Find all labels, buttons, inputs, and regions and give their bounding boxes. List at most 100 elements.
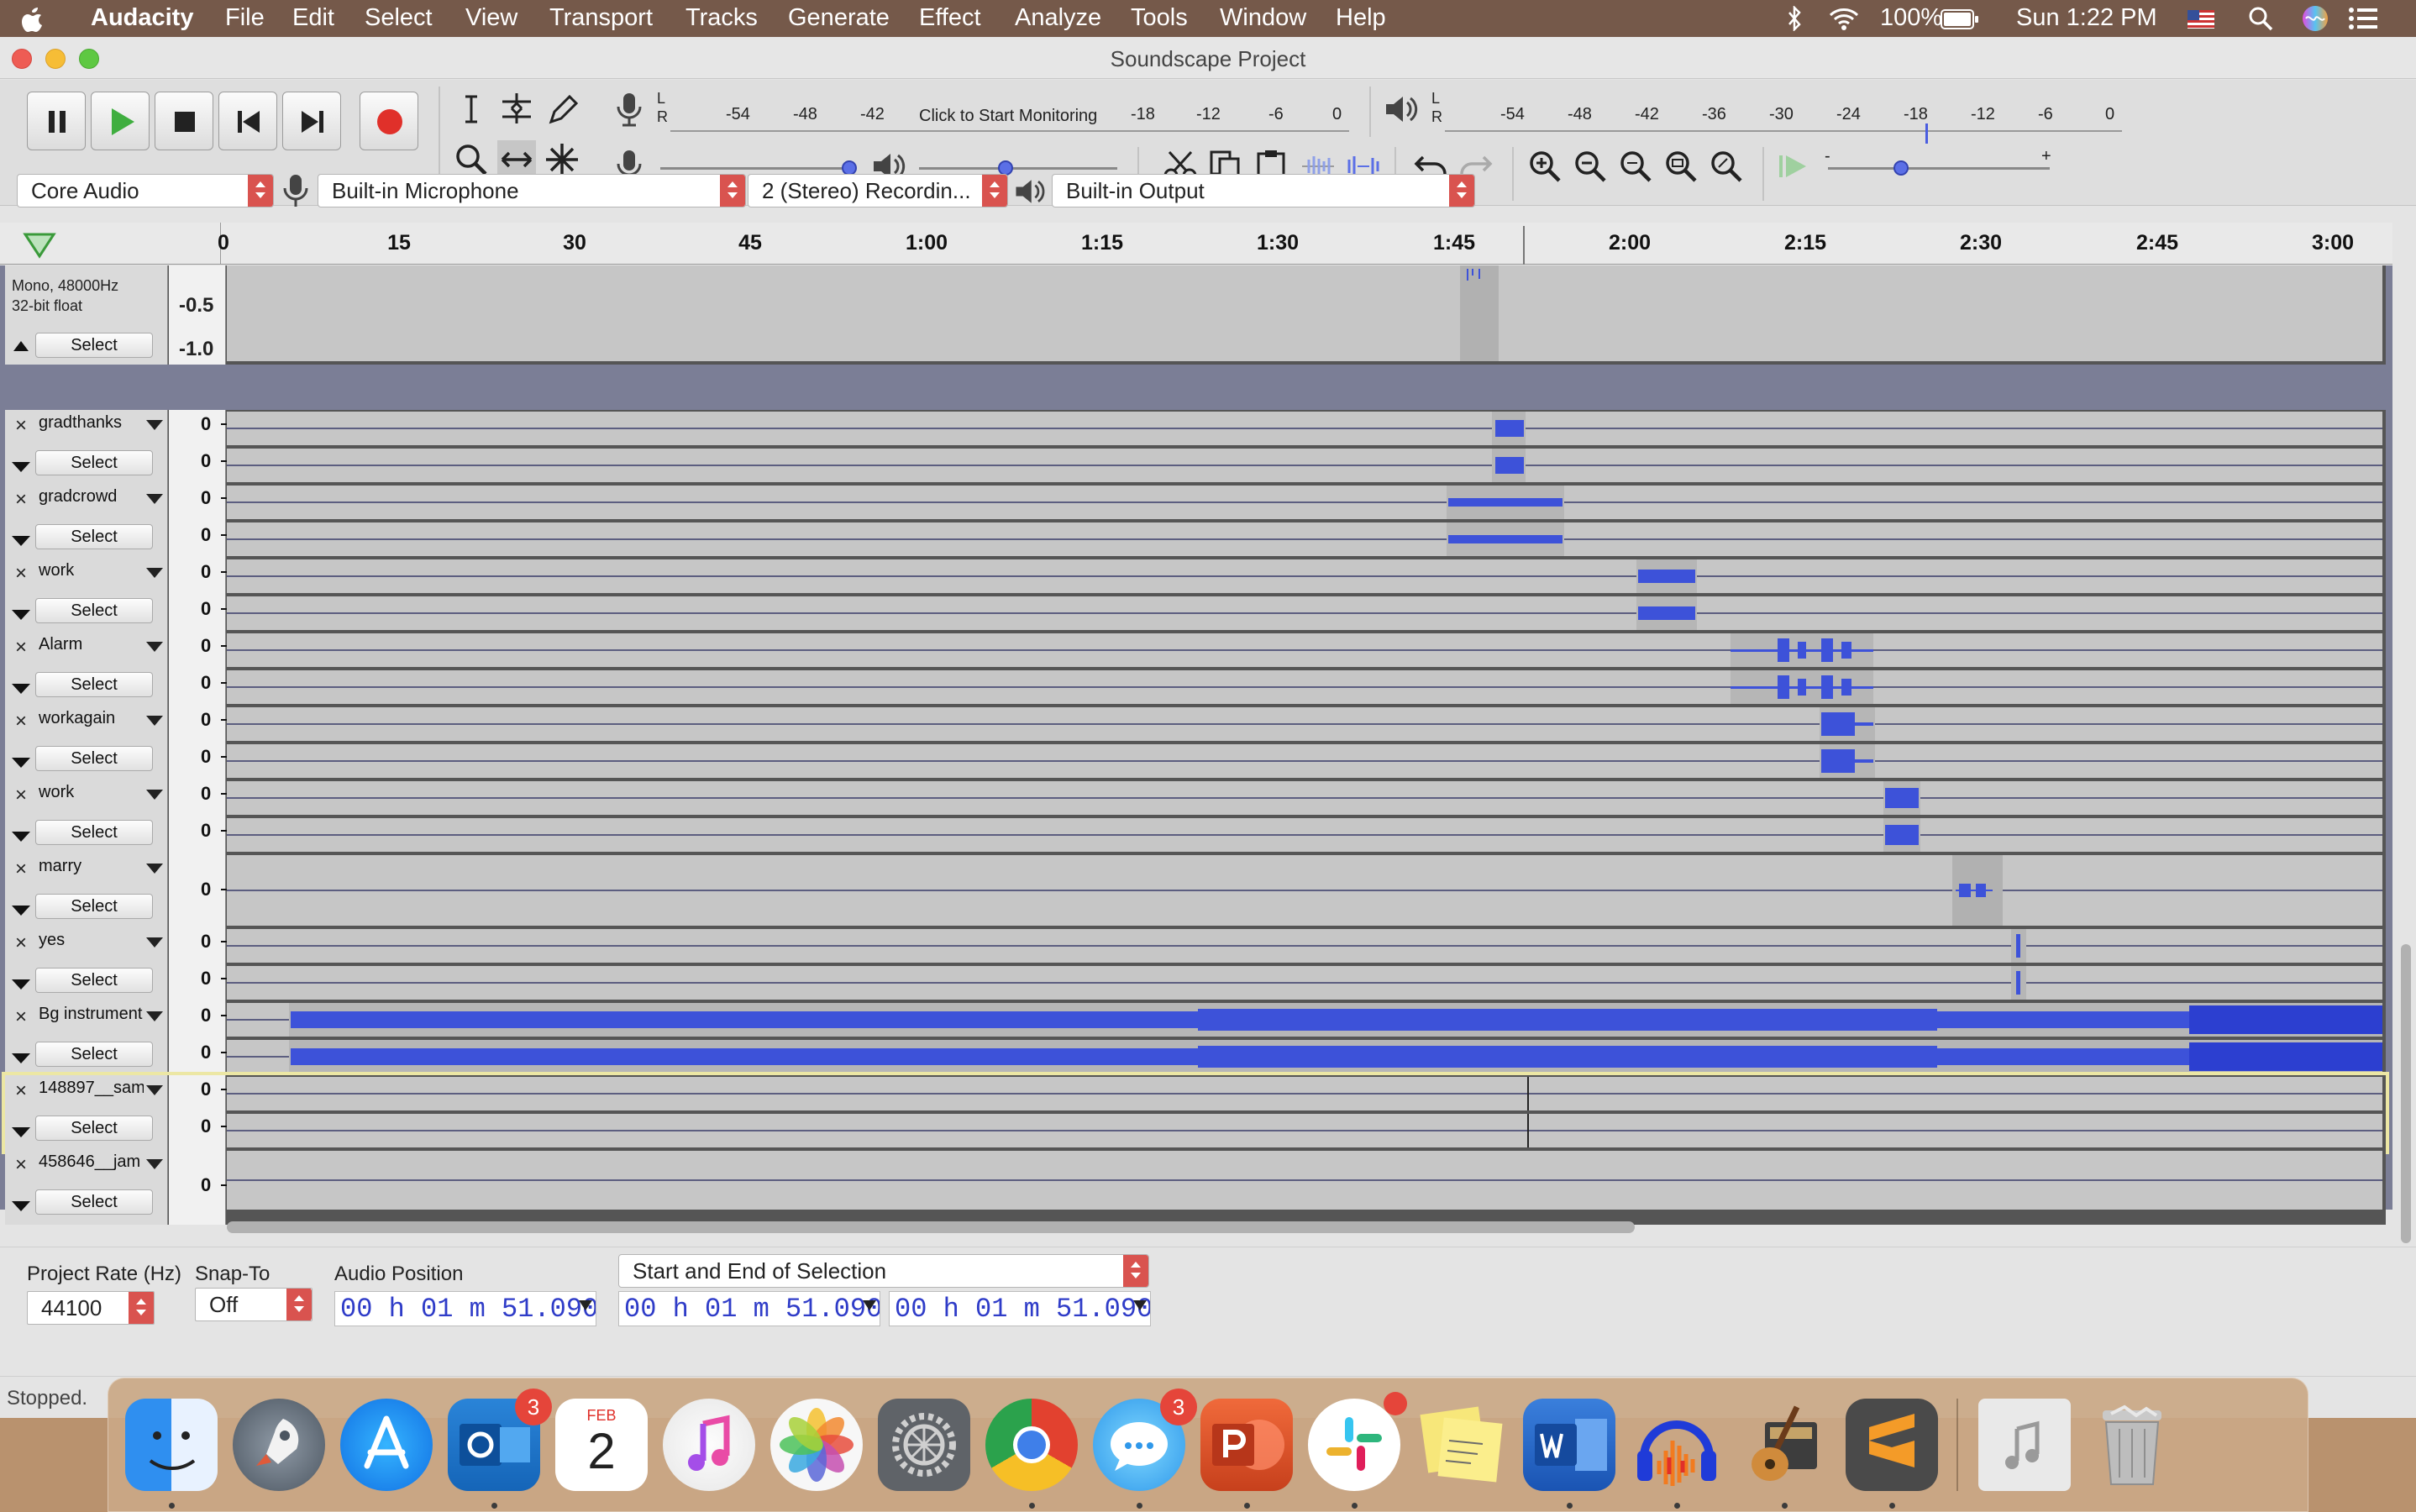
collapse-track-icon[interactable] xyxy=(12,758,30,768)
menu-help[interactable]: Help xyxy=(1336,4,1386,32)
spotlight-search-icon[interactable] xyxy=(2248,6,2273,31)
us-flag-icon[interactable] xyxy=(2188,10,2214,29)
snap-to-select[interactable]: Off xyxy=(195,1288,313,1321)
battery-icon[interactable] xyxy=(1941,9,1979,29)
menu-generate[interactable]: Generate xyxy=(788,4,890,32)
play-speed-slider[interactable] xyxy=(1828,167,2050,170)
app-menu[interactable]: Audacity xyxy=(91,4,193,32)
audio-position-field[interactable]: 00 h 01 m 51.090 s xyxy=(334,1291,596,1326)
close-track-icon[interactable]: × xyxy=(10,932,32,954)
close-track-icon[interactable]: × xyxy=(10,637,32,659)
close-track-icon[interactable]: × xyxy=(10,415,32,437)
track-name[interactable]: work xyxy=(39,783,144,808)
project-rate-select[interactable]: 44100 xyxy=(27,1291,155,1325)
close-track-icon[interactable]: × xyxy=(10,1006,32,1028)
skip-to-start-button[interactable] xyxy=(218,92,277,150)
collapse-track-icon[interactable] xyxy=(12,832,30,842)
track-menu-icon[interactable] xyxy=(146,716,163,726)
horizontal-scrollbar[interactable] xyxy=(227,1221,1635,1233)
collapse-up-icon[interactable] xyxy=(12,339,30,353)
recording-device-select[interactable]: Built-in Microphone xyxy=(318,174,746,207)
siri-icon[interactable] xyxy=(2302,5,2329,32)
menu-analyze[interactable]: Analyze xyxy=(1015,4,1101,32)
selection-mode-select[interactable]: Start and End of Selection xyxy=(618,1254,1149,1288)
itunes-icon[interactable] xyxy=(663,1399,755,1491)
track-select-button[interactable]: Select xyxy=(35,1189,153,1215)
track-channel-right[interactable] xyxy=(227,1114,2382,1147)
close-track-icon[interactable]: × xyxy=(10,858,32,880)
track-name[interactable]: workagain xyxy=(39,709,144,734)
track-select-button[interactable]: Select xyxy=(35,672,153,697)
music-file-stack-icon[interactable] xyxy=(1978,1399,2071,1491)
menu-tracks[interactable]: Tracks xyxy=(685,4,758,32)
zoom-in-icon[interactable] xyxy=(1526,147,1564,186)
playback-device-select[interactable]: Built-in Output xyxy=(1052,174,1475,207)
track-menu-icon[interactable] xyxy=(146,1011,163,1021)
track-menu-icon[interactable] xyxy=(146,420,163,430)
collapse-track-icon[interactable] xyxy=(12,979,30,990)
calendar-icon[interactable]: FEB 2 xyxy=(555,1399,648,1491)
chrome-icon[interactable] xyxy=(985,1399,1078,1491)
record-button[interactable] xyxy=(360,92,418,150)
track-select-button[interactable]: Select xyxy=(35,746,153,771)
track-channel-right[interactable] xyxy=(227,966,2382,1000)
track-menu-icon[interactable] xyxy=(146,494,163,504)
menu-transport[interactable]: Transport xyxy=(549,4,653,32)
finder-icon[interactable] xyxy=(125,1399,218,1491)
track-select-button[interactable]: Select xyxy=(35,333,153,358)
track-menu-icon[interactable] xyxy=(146,1159,163,1169)
record-meter-track[interactable] xyxy=(670,130,1349,132)
zoom-toggle-icon[interactable] xyxy=(1707,147,1746,186)
track-name[interactable]: work xyxy=(39,561,144,586)
stickies-icon[interactable] xyxy=(1415,1399,1508,1491)
collapse-track-icon[interactable] xyxy=(12,610,30,620)
selection-end-field[interactable]: 00 h 01 m 51.090 s xyxy=(889,1291,1151,1326)
track-name[interactable]: marry xyxy=(39,857,144,882)
track-menu-icon[interactable] xyxy=(146,864,163,874)
recording-channels-select[interactable]: 2 (Stereo) Recordin... xyxy=(748,174,1008,207)
system-preferences-icon[interactable] xyxy=(878,1399,970,1491)
track-channel-mono[interactable] xyxy=(227,855,2382,926)
selection-tool-icon[interactable] xyxy=(452,90,491,129)
pause-button[interactable] xyxy=(27,92,86,150)
track-menu-icon[interactable] xyxy=(146,1085,163,1095)
track-channel-left[interactable] xyxy=(227,1077,2382,1110)
track-select-button[interactable]: Select xyxy=(35,450,153,475)
track-channel-right[interactable] xyxy=(227,670,2382,704)
trash-icon[interactable] xyxy=(2086,1399,2178,1491)
track-select-button[interactable]: Select xyxy=(35,820,153,845)
menu-select[interactable]: Select xyxy=(365,4,433,32)
track-select-button[interactable]: Select xyxy=(35,968,153,993)
close-track-icon[interactable]: × xyxy=(10,785,32,806)
collapse-track-icon[interactable] xyxy=(12,536,30,546)
track-menu-icon[interactable] xyxy=(146,790,163,800)
skip-to-end-button[interactable] xyxy=(282,92,341,150)
timeline-ruler[interactable]: 0 15 30 45 1:00 1:15 1:30 1:45 2:00 2:15… xyxy=(0,223,2392,265)
track-channel-left[interactable] xyxy=(227,781,2382,815)
draw-tool-icon[interactable] xyxy=(543,90,581,129)
close-track-icon[interactable]: × xyxy=(10,1154,32,1176)
track-name[interactable]: yes xyxy=(39,931,144,956)
audio-host-select[interactable]: Core Audio xyxy=(17,174,274,207)
collapse-track-icon[interactable] xyxy=(12,684,30,694)
track-select-button[interactable]: Select xyxy=(35,598,153,623)
track-name[interactable]: gradthanks xyxy=(39,413,144,438)
track-channel-left[interactable] xyxy=(227,707,2382,741)
audacity-icon[interactable] xyxy=(1631,1399,1723,1491)
close-track-icon[interactable]: × xyxy=(10,1080,32,1102)
track-menu-icon[interactable] xyxy=(146,568,163,578)
track-channel-left[interactable] xyxy=(227,486,2382,519)
track-menu-icon[interactable] xyxy=(146,937,163,948)
menu-view[interactable]: View xyxy=(465,4,517,32)
wifi-icon[interactable] xyxy=(1828,7,1860,30)
track-menu-icon[interactable] xyxy=(146,642,163,652)
fit-selection-icon[interactable] xyxy=(1616,147,1655,186)
collapse-track-icon[interactable] xyxy=(12,462,30,472)
track-channel-right[interactable] xyxy=(227,522,2382,556)
vertical-scrollbar[interactable] xyxy=(2401,944,2411,1243)
track-channel-left[interactable] xyxy=(227,633,2382,667)
close-track-icon[interactable]: × xyxy=(10,563,32,585)
track-channel-left[interactable] xyxy=(227,559,2382,593)
track-name[interactable]: 148897__sam xyxy=(39,1079,144,1104)
play-button[interactable] xyxy=(91,92,150,150)
